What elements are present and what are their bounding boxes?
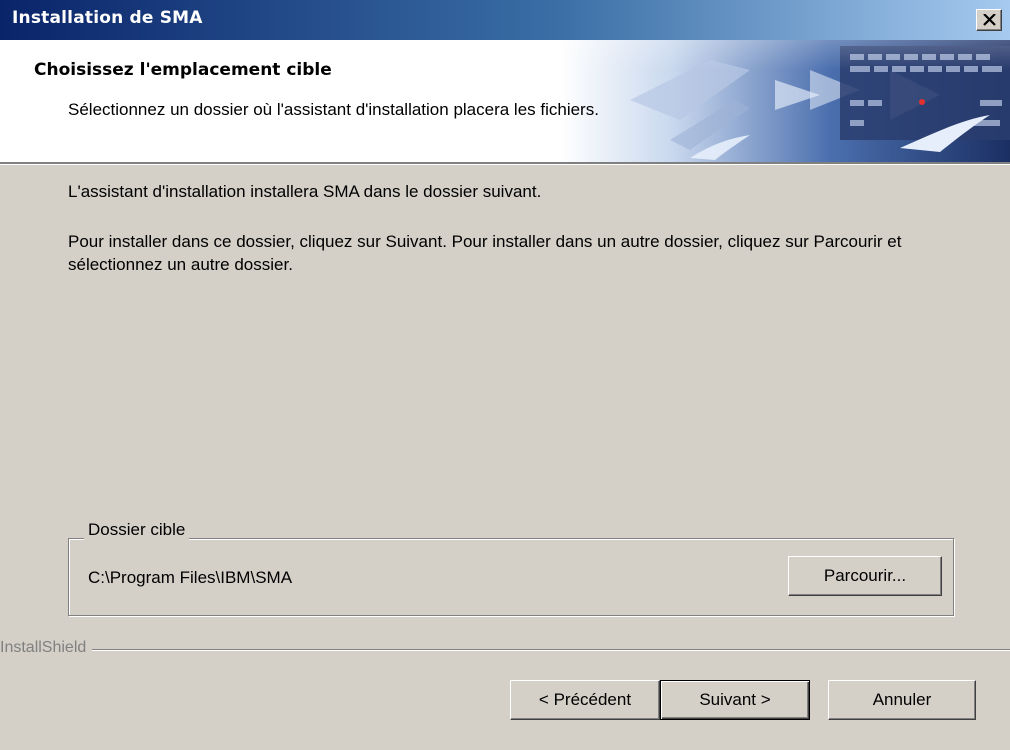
installshield-divider bbox=[0, 649, 1010, 651]
intro-text: L'assistant d'installation installera SM… bbox=[68, 182, 542, 201]
close-icon bbox=[983, 14, 996, 26]
instructions-text: Pour installer dans ce dossier, cliquez … bbox=[68, 232, 902, 274]
destination-path: C:\Program Files\IBM\SMA bbox=[88, 568, 293, 587]
installer-window: Installation de SMA Choisissez l'emplace… bbox=[0, 0, 1010, 750]
back-button[interactable]: < Précédent bbox=[510, 680, 660, 720]
header-divider bbox=[0, 162, 1010, 165]
page-subheading: Sélectionnez un dossier où l'assistant d… bbox=[68, 100, 599, 119]
page-heading: Choisissez l'emplacement cible bbox=[34, 60, 332, 80]
close-button[interactable] bbox=[976, 9, 1002, 31]
cancel-button[interactable]: Annuler bbox=[828, 680, 976, 720]
title-bar[interactable]: Installation de SMA bbox=[0, 0, 1010, 40]
browse-button[interactable]: Parcourir... bbox=[788, 556, 942, 596]
wizard-header: Choisissez l'emplacement cible Sélection… bbox=[0, 40, 1010, 162]
next-button[interactable]: Suivant > bbox=[660, 680, 810, 720]
window-title: Installation de SMA bbox=[12, 8, 203, 28]
installshield-brand: InstallShield bbox=[0, 638, 93, 658]
destination-folder-label: Dossier cible bbox=[84, 518, 190, 541]
